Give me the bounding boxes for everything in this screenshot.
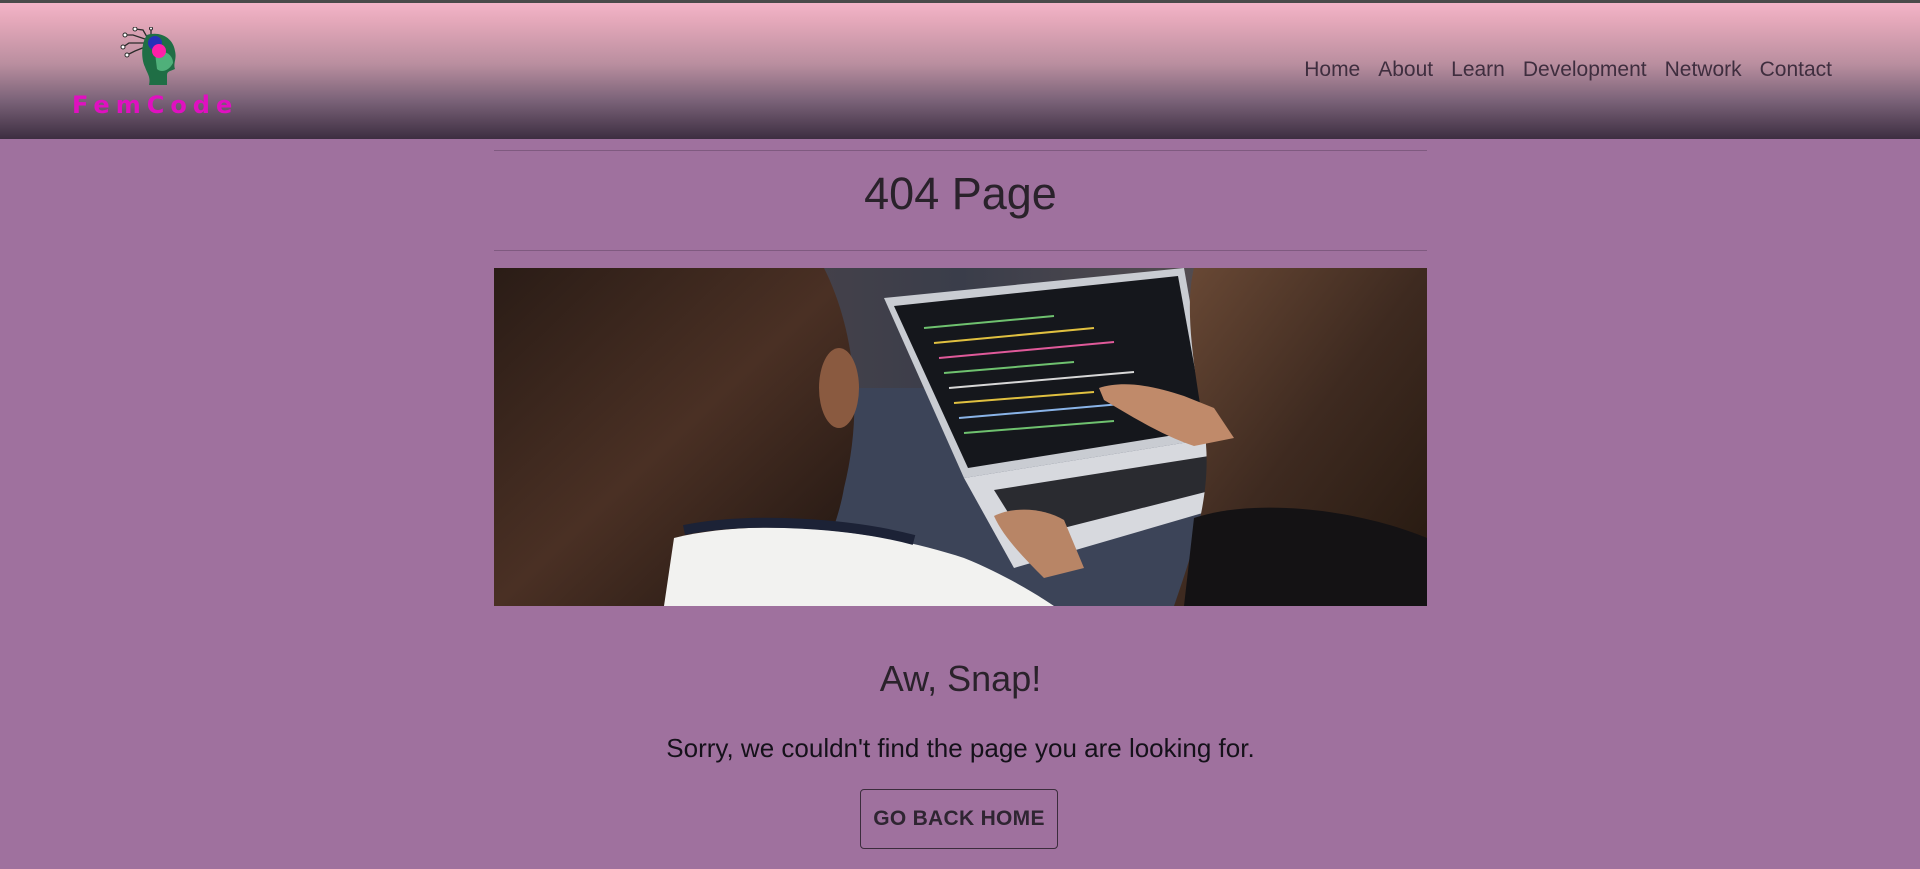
nav-item-network[interactable]: Network xyxy=(1656,58,1751,82)
nav-item-development[interactable]: Development xyxy=(1514,58,1656,82)
main-nav: Home About Learn Development Network Con… xyxy=(1295,58,1841,82)
hero-image xyxy=(494,268,1427,606)
woman-head-circuit-icon xyxy=(120,27,176,85)
error-message: Sorry, we couldn't find the page you are… xyxy=(666,733,1255,763)
divider-bottom xyxy=(494,250,1427,251)
nav-item-contact[interactable]: Contact xyxy=(1751,58,1841,82)
divider-top xyxy=(494,150,1427,151)
brand-logo[interactable]: FemCode xyxy=(70,27,240,119)
page-title: 404 Page xyxy=(864,168,1057,219)
nav-item-about[interactable]: About xyxy=(1369,58,1442,82)
brand-name: FemCode xyxy=(72,91,239,119)
nav-item-learn[interactable]: Learn xyxy=(1442,58,1514,82)
error-heading: Aw, Snap! xyxy=(879,658,1042,699)
nav-item-home[interactable]: Home xyxy=(1295,58,1369,82)
site-header: FemCode Home About Learn Development Net… xyxy=(0,3,1920,139)
two-women-coding-on-laptop-photo xyxy=(494,268,1427,606)
go-back-home-button[interactable]: GO BACK HOME xyxy=(860,789,1058,849)
